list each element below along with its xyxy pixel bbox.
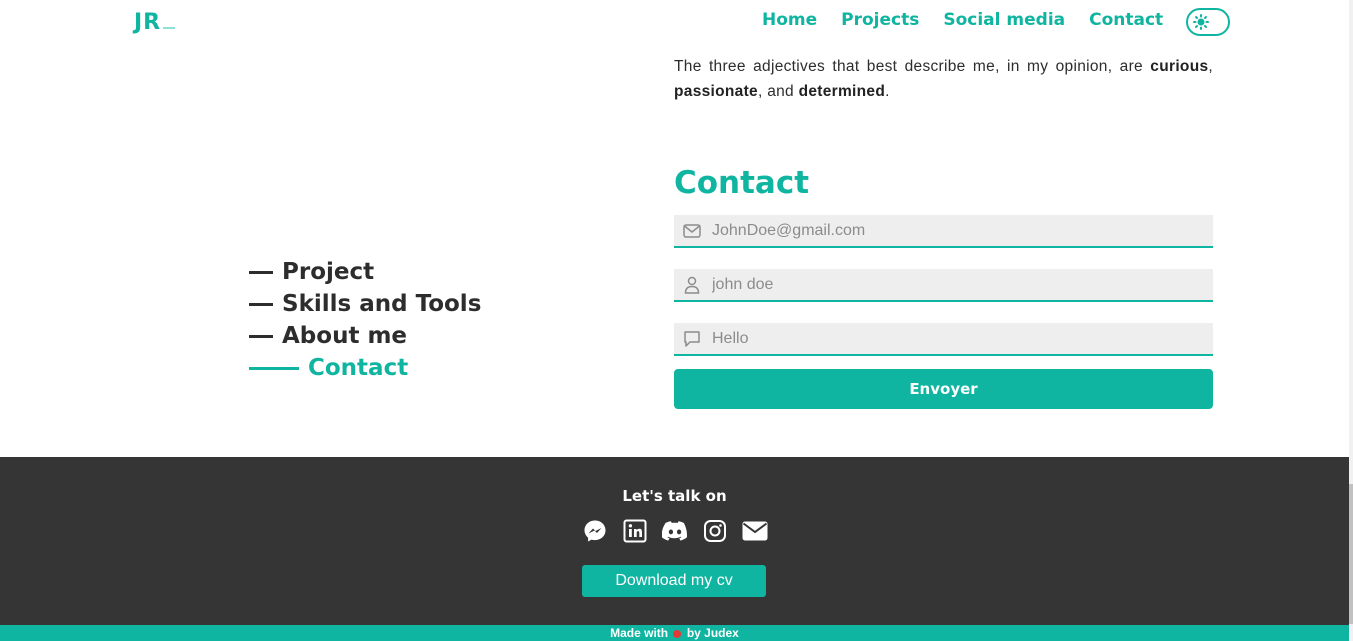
- message-input[interactable]: [712, 323, 1213, 354]
- instagram-icon[interactable]: [702, 518, 728, 544]
- section-item-skills[interactable]: Skills and Tools: [249, 288, 481, 320]
- section-label: Skills and Tools: [282, 291, 482, 317]
- discord-icon[interactable]: [662, 518, 688, 544]
- about-text-part: The three adjectives that best describe …: [674, 58, 1151, 75]
- made-with-text: Made with: [610, 626, 669, 640]
- linkedin-icon[interactable]: [622, 518, 648, 544]
- email-input[interactable]: [712, 215, 1213, 246]
- chat-bubble-icon: [682, 329, 702, 349]
- site-logo[interactable]: JR: [134, 10, 176, 35]
- nav-contact[interactable]: Contact: [1089, 10, 1163, 30]
- scrollbar-thumb[interactable]: [1349, 484, 1353, 624]
- nav-home[interactable]: Home: [762, 10, 817, 30]
- adjective-passionate: passionate: [674, 83, 758, 100]
- email-field: [674, 215, 1213, 248]
- section-dash: [249, 366, 299, 370]
- name-input[interactable]: [712, 269, 1213, 300]
- section-label: Project: [282, 259, 375, 285]
- mail-outline-icon: [682, 221, 702, 241]
- footer: Let's talk on Download my cv: [0, 457, 1349, 625]
- nav-projects[interactable]: Projects: [841, 10, 919, 30]
- mail-icon[interactable]: [742, 518, 768, 544]
- section-label: About me: [282, 323, 408, 349]
- author-credit: by Judex: [686, 626, 739, 640]
- download-cv-button[interactable]: Download my cv: [582, 565, 766, 597]
- adjective-curious: curious: [1150, 58, 1209, 75]
- about-end: .: [885, 83, 890, 100]
- name-field: [674, 269, 1213, 302]
- user-icon: [682, 275, 702, 295]
- section-dash: [249, 302, 273, 306]
- made-with-bar: Made with by Judex: [0, 625, 1349, 641]
- social-links: [582, 518, 768, 544]
- about-text: The three adjectives that best describe …: [674, 54, 1213, 104]
- logo-cursor: [163, 27, 176, 29]
- logo-text: JR: [134, 10, 162, 35]
- main-nav: Home Projects Social media Contact: [762, 10, 1163, 30]
- send-button[interactable]: Envoyer: [674, 369, 1213, 409]
- heart-icon: [673, 629, 682, 638]
- footer-title: Let's talk on: [622, 487, 727, 505]
- sun-icon: [1193, 14, 1209, 30]
- contact-title: Contact: [674, 165, 810, 201]
- messenger-icon[interactable]: [582, 518, 608, 544]
- section-item-about[interactable]: About me: [249, 320, 481, 352]
- section-item-contact[interactable]: Contact: [249, 352, 481, 384]
- section-item-project[interactable]: Project: [249, 256, 481, 288]
- about-separator: , and: [757, 83, 799, 100]
- message-field: [674, 323, 1213, 356]
- nav-social-media[interactable]: Social media: [943, 10, 1065, 30]
- section-label: Contact: [308, 355, 409, 381]
- section-nav: Project Skills and Tools About me Contac…: [249, 256, 481, 384]
- theme-toggle[interactable]: [1186, 8, 1230, 36]
- adjective-determined: determined: [798, 83, 886, 100]
- about-separator: ,: [1208, 58, 1213, 75]
- section-dash: [249, 270, 273, 274]
- section-dash: [249, 334, 273, 338]
